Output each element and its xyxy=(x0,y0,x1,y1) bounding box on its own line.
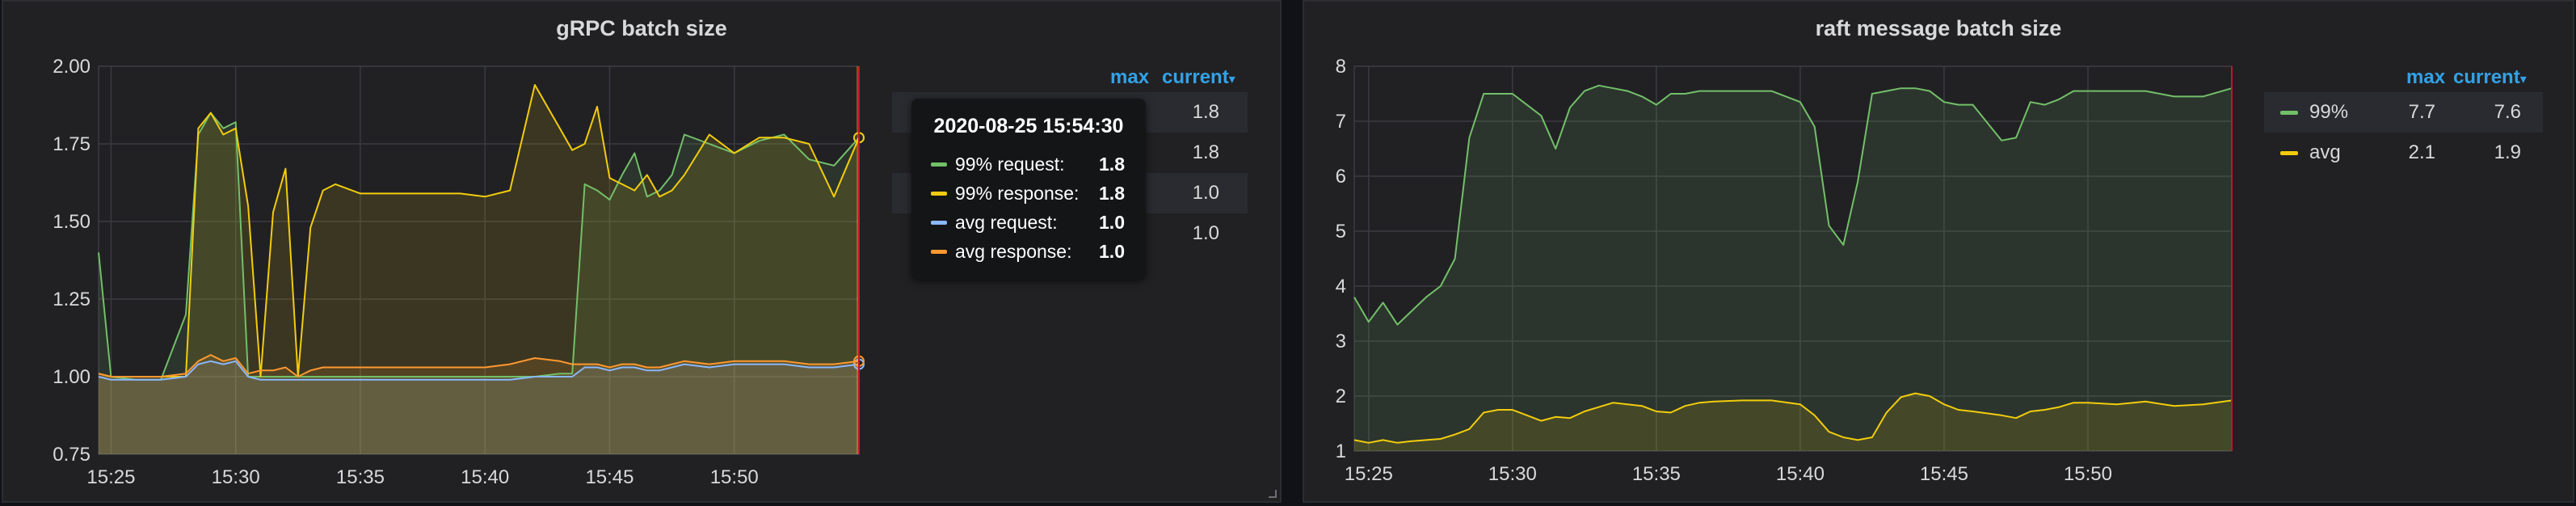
legend-row[interactable]: avg 2.1 1.9 xyxy=(2264,133,2543,173)
series-color-swatch xyxy=(931,250,947,254)
hover-tooltip: 2020-08-25 15:54:30 99% request: 1.8 99%… xyxy=(911,99,1146,280)
x-tick-label: 15:30 xyxy=(1488,463,1537,485)
tooltip-row: 99% response: 1.8 xyxy=(929,179,1128,208)
legend-max-value: 2.1 xyxy=(2408,141,2435,163)
y-tick-label: 2.00 xyxy=(53,56,90,78)
sort-desc-icon: ▾ xyxy=(1228,73,1235,86)
tooltip-series-name: 99% response: xyxy=(955,183,1080,204)
y-tick-label: 5 xyxy=(1336,221,1346,242)
series-color-swatch xyxy=(931,192,947,196)
legend-current-value: 1.8 xyxy=(1192,141,1219,163)
series-color-swatch xyxy=(931,162,947,167)
legend-current-value: 7.6 xyxy=(2494,101,2521,123)
raft-message-batch-size-panel: raft message batch size 1 2 3 4 5 6 7 8 15:25 15:… xyxy=(1303,0,2574,503)
resize-handle-icon[interactable] xyxy=(1269,490,1277,498)
tooltip-series-value: 1.8 xyxy=(1099,183,1125,204)
y-tick-label: 6 xyxy=(1336,166,1346,188)
series-area xyxy=(99,355,859,454)
series-color-swatch xyxy=(931,221,947,225)
legend-row[interactable]: 99% 7.7 7.6 xyxy=(2264,92,2543,133)
x-tick-label: 15:25 xyxy=(1345,463,1393,485)
series-area xyxy=(1354,85,2232,452)
x-tick-label: 15:35 xyxy=(1632,463,1681,485)
tooltip-series-value: 1.0 xyxy=(1099,212,1125,233)
legend-header-max[interactable]: max xyxy=(1110,66,1149,91)
tooltip-timestamp: 2020-08-25 15:54:30 xyxy=(933,115,1124,137)
y-tick-label: 1.50 xyxy=(53,211,90,233)
tooltip-series-value: 1.8 xyxy=(1099,154,1125,175)
legend-max-value: 7.7 xyxy=(2408,101,2435,123)
legend-header-max[interactable]: max xyxy=(2406,66,2445,91)
y-tick-label: 4 xyxy=(1336,276,1346,297)
tooltip-row: 99% request: 1.8 xyxy=(929,150,1128,179)
x-tick-label: 15:40 xyxy=(461,466,509,488)
tooltip-series-name: avg request: xyxy=(955,212,1058,233)
tooltip-row: avg request: 1.0 xyxy=(929,208,1128,237)
y-tick-label: 1 xyxy=(1336,441,1346,462)
tooltip-series-name: avg response: xyxy=(955,241,1072,262)
sort-desc-icon: ▾ xyxy=(2519,73,2527,86)
x-tick-label: 15:30 xyxy=(212,466,260,488)
series-color-swatch xyxy=(2280,151,2298,155)
y-tick-label: 1.25 xyxy=(53,289,90,310)
tooltip-row: avg response: 1.0 xyxy=(929,237,1128,266)
x-tick-label: 15:45 xyxy=(585,466,633,488)
x-tick-label: 15:35 xyxy=(336,466,385,488)
y-tick-label: 7 xyxy=(1336,111,1346,133)
legend-series-name: avg xyxy=(2309,141,2341,163)
x-tick-label: 15:25 xyxy=(86,466,135,488)
x-tick-label: 15:50 xyxy=(710,466,759,488)
legend-header-current[interactable]: current▾ xyxy=(1162,66,1235,91)
tooltip-series-value: 1.0 xyxy=(1099,241,1125,262)
tooltip-series-name: 99% request: xyxy=(955,154,1065,175)
y-tick-label: 3 xyxy=(1336,331,1346,352)
y-tick-label: 2 xyxy=(1336,386,1346,407)
legend-header-current[interactable]: current▾ xyxy=(2453,66,2527,91)
x-tick-label: 15:40 xyxy=(1776,463,1825,485)
legend: max current▾ 99% 7.7 7.6 avg 2.1 1.9 xyxy=(2264,60,2555,189)
legend-current-value: 1.8 xyxy=(1192,101,1219,123)
x-tick-label: 15:50 xyxy=(2064,463,2112,485)
y-tick-label: 1.00 xyxy=(53,366,90,388)
legend-series-name: 99% xyxy=(2309,101,2349,123)
series-color-swatch xyxy=(2280,111,2298,115)
y-tick-label: 8 xyxy=(1336,56,1346,78)
y-tick-label: 0.75 xyxy=(53,444,90,466)
grpc-batch-size-panel: gRPC batch size 0.75 1.00 1.25 1.50 1.75 2.00… xyxy=(2,0,1282,503)
legend-current-value: 1.9 xyxy=(2494,141,2521,163)
y-tick-label: 1.75 xyxy=(53,133,90,155)
legend-current-value: 1.0 xyxy=(1192,222,1219,244)
x-tick-label: 15:45 xyxy=(1920,463,1968,485)
legend-current-value: 1.0 xyxy=(1192,182,1219,204)
